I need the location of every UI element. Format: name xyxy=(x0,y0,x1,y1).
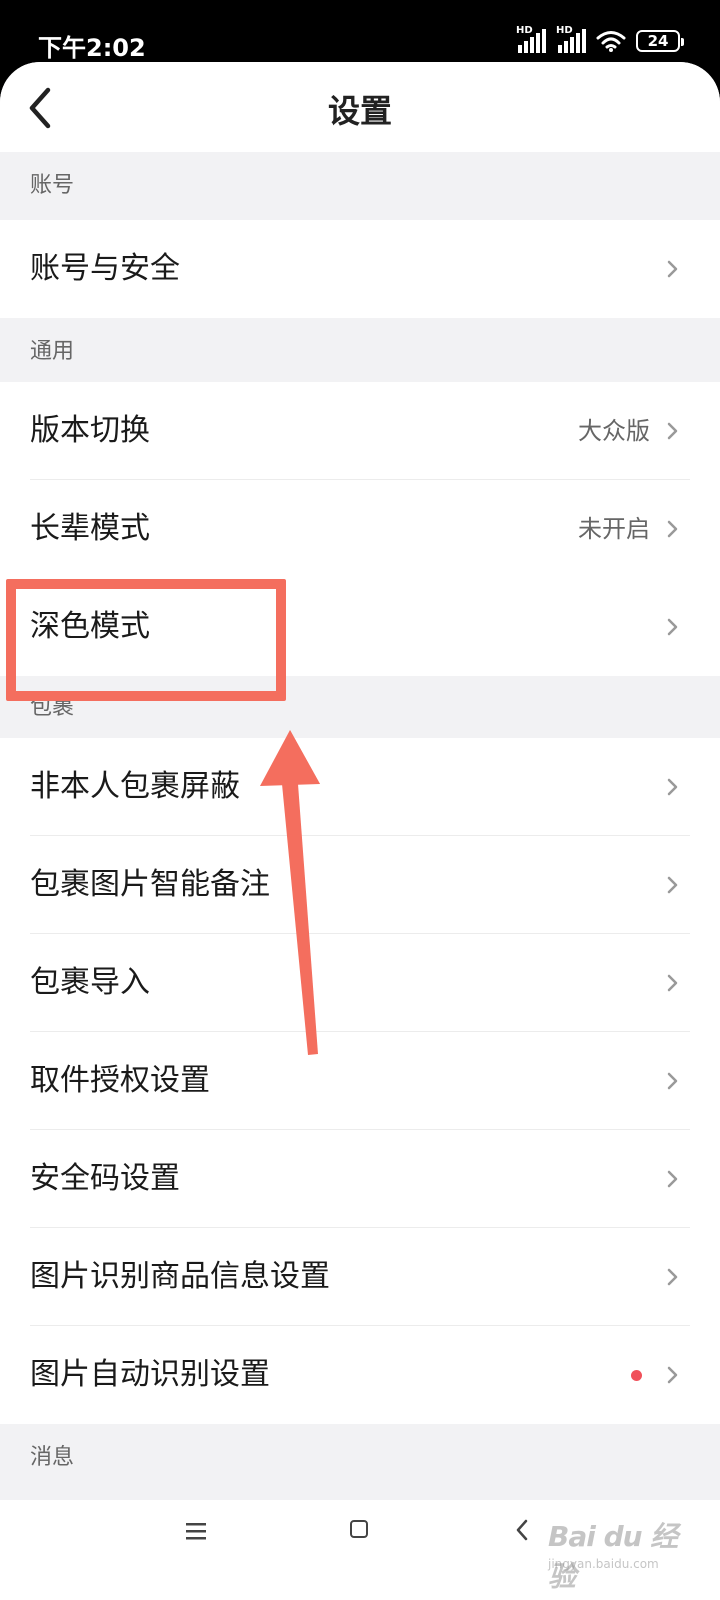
settings-item-label: 图片识别商品信息设置 xyxy=(30,1259,330,1294)
settings-item-label: 图片自动识别设置 xyxy=(30,1357,270,1392)
settings-item-version-switch[interactable]: 版本切换 大众版 xyxy=(0,382,720,480)
chevron-right-icon xyxy=(667,1170,678,1188)
chevron-right-icon xyxy=(667,1072,678,1090)
signal-icon: HD xyxy=(556,25,586,53)
settings-item-label: 长辈模式 xyxy=(30,511,150,546)
status-icons: HD HD 24 xyxy=(516,25,684,54)
chevron-right-icon xyxy=(667,1268,678,1286)
status-time: 下午2:02 xyxy=(38,34,146,62)
settings-item-label: 深色模式 xyxy=(30,609,150,644)
signal-hd-label: HD xyxy=(556,25,573,36)
back-icon[interactable] xyxy=(514,1518,530,1542)
baidu-jingyan-watermark: Bai du 经验 jingyan.baidu.com xyxy=(548,1515,688,1593)
settings-item-security-code[interactable]: 安全码设置 xyxy=(0,1130,720,1228)
chevron-right-icon xyxy=(667,876,678,894)
section-header-message: 消息 xyxy=(30,1445,75,1470)
top-bar: 设置 xyxy=(0,62,720,152)
settings-item-label: 包裹图片智能备注 xyxy=(30,867,270,902)
settings-item-package-image-note[interactable]: 包裹图片智能备注 xyxy=(0,836,720,934)
settings-item-value: 未开启 xyxy=(578,515,650,543)
settings-screen: 设置 账号 账号与安全 通用 版本切换 大众版 长辈模式 未开启 深色模式 包裹… xyxy=(0,62,720,1600)
settings-item-label: 账号与安全 xyxy=(30,251,180,286)
signal-hd-label: HD xyxy=(516,25,533,36)
page-title: 设置 xyxy=(327,92,392,130)
settings-item-block-others-packages[interactable]: 非本人包裹屏蔽 xyxy=(0,738,720,836)
settings-item-label: 取件授权设置 xyxy=(30,1063,210,1098)
watermark-logo: Bai du 经验 xyxy=(548,1520,678,1593)
chevron-right-icon xyxy=(667,778,678,796)
wifi-icon xyxy=(596,31,626,52)
settings-item-label: 安全码设置 xyxy=(30,1161,180,1196)
settings-item-value: 大众版 xyxy=(578,417,650,445)
chevron-right-icon xyxy=(667,422,678,440)
chevron-right-icon xyxy=(667,1366,678,1384)
settings-item-pickup-authorization[interactable]: 取件授权设置 xyxy=(0,1032,720,1130)
settings-item-image-product-recognition[interactable]: 图片识别商品信息设置 xyxy=(0,1228,720,1326)
settings-item-package-import[interactable]: 包裹导入 xyxy=(0,934,720,1032)
settings-item-elder-mode[interactable]: 长辈模式 未开启 xyxy=(0,480,720,578)
chevron-right-icon xyxy=(667,520,678,538)
chevron-right-icon xyxy=(667,260,678,278)
chevron-right-icon xyxy=(667,974,678,992)
settings-item-image-auto-recognition[interactable]: 图片自动识别设置 xyxy=(0,1326,720,1424)
new-badge-dot xyxy=(631,1370,642,1381)
settings-item-account-security[interactable]: 账号与安全 xyxy=(0,220,720,318)
battery-icon: 24 xyxy=(636,30,684,52)
signal-icon: HD xyxy=(516,25,546,53)
section-header-package: 包裹 xyxy=(30,695,75,720)
settings-item-label: 包裹导入 xyxy=(30,965,150,1000)
settings-item-dark-mode[interactable]: 深色模式 xyxy=(0,578,720,676)
chevron-right-icon xyxy=(667,618,678,636)
watermark-url: jingyan.baidu.com xyxy=(548,1557,659,1571)
menu-icon[interactable] xyxy=(186,1522,208,1540)
settings-item-label: 非本人包裹屏蔽 xyxy=(30,769,240,804)
settings-item-label: 版本切换 xyxy=(30,413,150,448)
section-header-account: 账号 xyxy=(30,173,75,198)
section-header-general: 通用 xyxy=(30,339,75,364)
home-icon[interactable] xyxy=(350,1520,368,1538)
